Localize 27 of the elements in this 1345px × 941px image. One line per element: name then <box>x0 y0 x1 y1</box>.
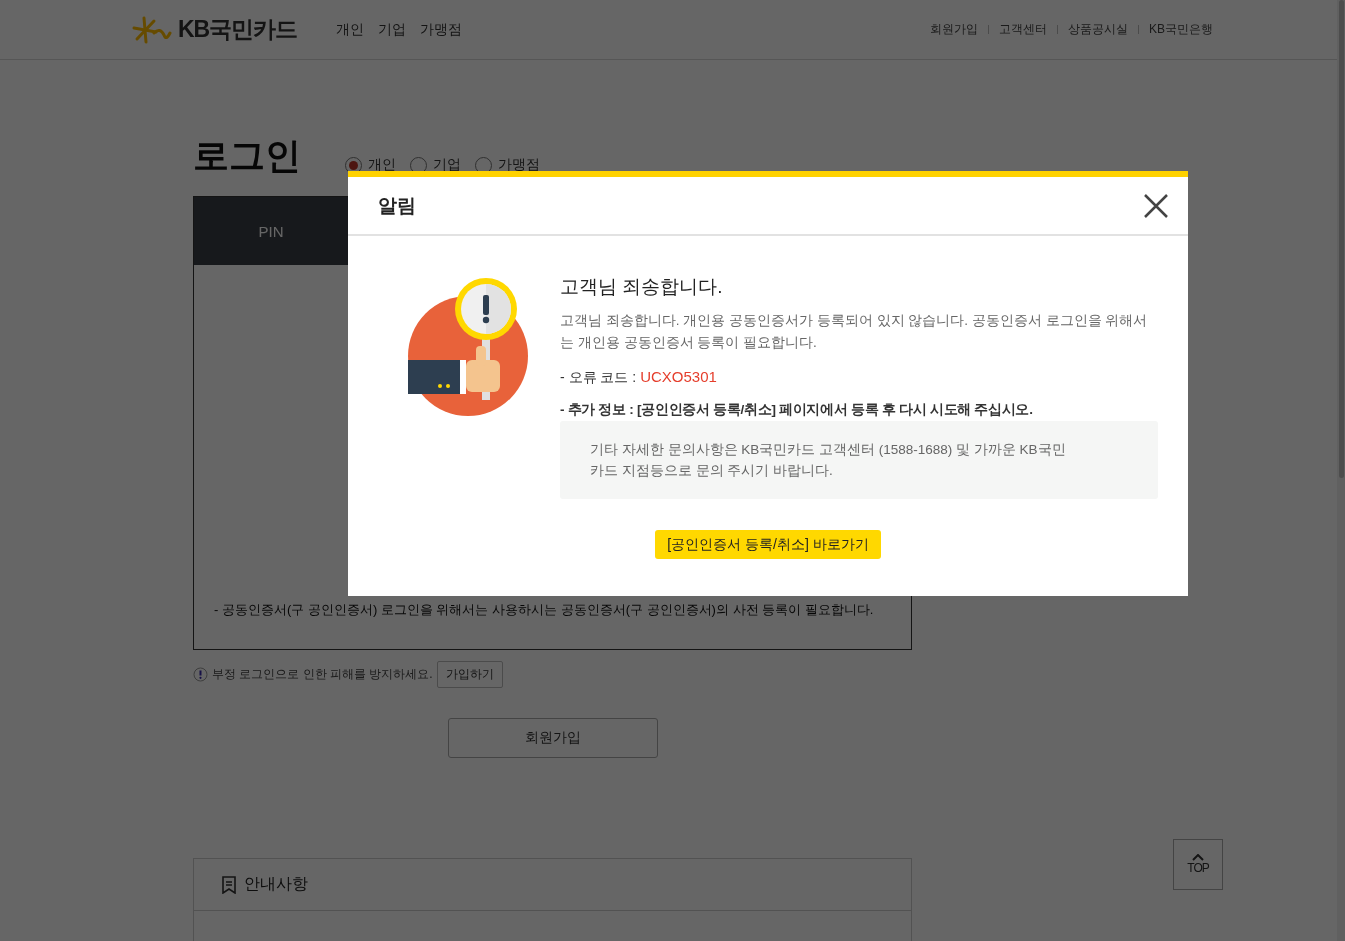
page-title: 로그인 <box>193 136 302 176</box>
contact-text: 기타 자세한 문의사항은 KB국민카드 고객센터 (1588-1688) 및 가까운 KB국민카드 지점등으로 문의 주시기 바랍니다. <box>590 441 1067 480</box>
caret-up-icon <box>1192 854 1204 861</box>
close-button[interactable] <box>1142 191 1170 220</box>
error-code-line: - 오류 코드 : UCXO5301 <box>560 368 718 387</box>
signup-button[interactable]: 회원가입 <box>447 718 658 758</box>
nav-link[interactable]: 개인 <box>336 20 364 39</box>
fraud-notice: 부정 로그인으로 인한 피해를 방지하세요. <box>212 666 433 683</box>
dialog-title: 알림 <box>378 193 416 218</box>
bookmark-icon <box>222 875 236 894</box>
util-link[interactable]: 고객센터 <box>999 21 1047 38</box>
util-link[interactable]: 회원가입 <box>930 21 978 38</box>
certificate-link-button[interactable]: [공인인증서 등록/취소] 바로가기 <box>655 530 881 559</box>
nav-link[interactable]: 기업 <box>378 20 406 39</box>
notice-title: 안내사항 <box>244 874 308 894</box>
extra-info: - 추가 정보 : [공인인증서 등록/취소] 페이지에서 등록 후 다시 시도해 주십시오. <box>560 401 1034 419</box>
top-button[interactable]: TOP <box>1173 839 1223 890</box>
exclamation-icon <box>193 667 208 682</box>
login-tab[interactable]: PIN <box>194 197 348 265</box>
util-link[interactable]: 상품공시실 <box>1068 21 1128 38</box>
dialog-heading: 고객님 죄송합니다. <box>560 275 724 299</box>
nav-link[interactable]: 가맹점 <box>420 20 462 39</box>
logo-text[interactable]: KB국민카드 <box>178 14 298 45</box>
join-button[interactable]: 가입하기 <box>436 661 503 688</box>
util-link[interactable]: KB국민은행 <box>1149 21 1213 38</box>
certificate-note: - 공동인증서(구 공인인증서) 로그인을 위해서는 사용하시는 공동인증서(구 공인인증서)의 사전 등록이 필요합니다. <box>214 601 875 619</box>
dialog-message: 고객님 죄송합니다. 개인용 공동인증서가 등록되어 있지 않습니다. 공동인증서 로그인을 위해서는 개인용 공동인증서 등록이 필요합니다. <box>560 312 1149 352</box>
